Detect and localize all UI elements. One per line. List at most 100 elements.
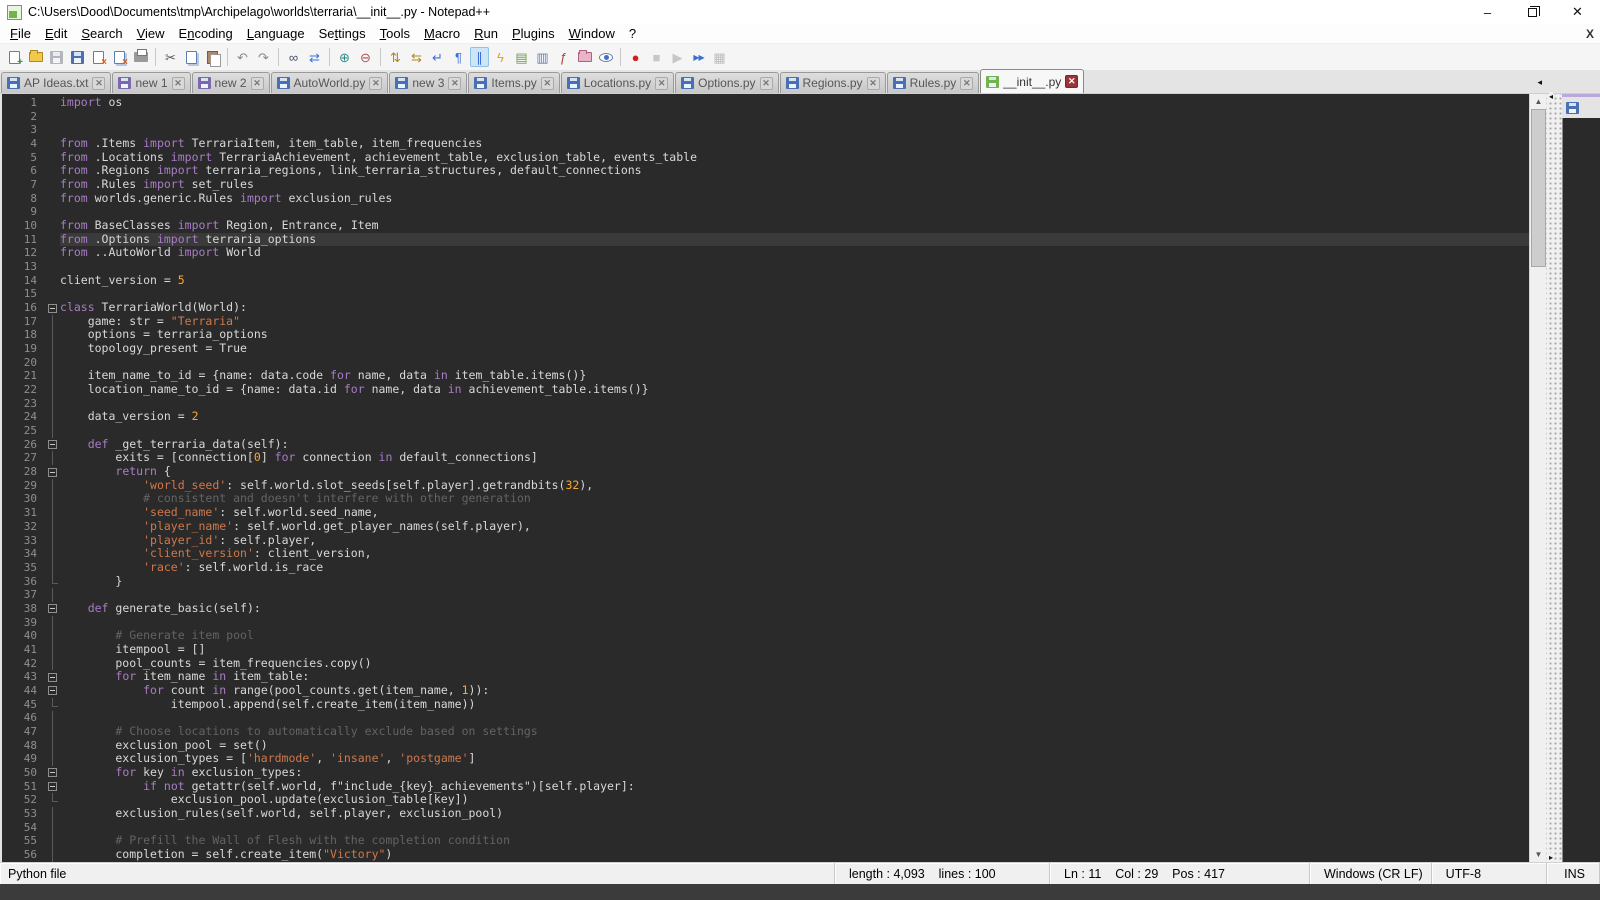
tab-close-icon[interactable]: ✕ bbox=[1065, 75, 1078, 88]
code-line[interactable]: 11from .Options import terraria_options bbox=[2, 233, 1529, 247]
code-line[interactable]: 22 location_name_to_id = {name: data.id … bbox=[2, 383, 1529, 397]
tab-close-icon[interactable]: ✕ bbox=[541, 77, 554, 90]
tab-regions-py[interactable]: Regions.py✕ bbox=[780, 72, 886, 93]
splitter-collapse-right-icon[interactable]: ▸ bbox=[1549, 853, 1553, 862]
scrollbar-down-icon[interactable]: ▼ bbox=[1530, 847, 1547, 862]
code-line[interactable]: 42 pool_counts = item_frequencies.copy() bbox=[2, 657, 1529, 671]
menu-item-macro[interactable]: Macro bbox=[417, 24, 467, 43]
save-all-button[interactable] bbox=[68, 47, 87, 67]
code-line[interactable]: 17 game: str = "Terraria" bbox=[2, 315, 1529, 329]
code-line[interactable]: 33 'player_id': self.player, bbox=[2, 534, 1529, 548]
menu-item-plugins[interactable]: Plugins bbox=[505, 24, 562, 43]
document-list-button[interactable]: ▥ bbox=[533, 47, 552, 67]
code-line[interactable]: 10from BaseClasses import Region, Entran… bbox=[2, 219, 1529, 233]
code-line[interactable]: 35 'race': self.world.is_race bbox=[2, 561, 1529, 575]
code-line[interactable]: 47 # Choose locations to automatically e… bbox=[2, 725, 1529, 739]
secondary-view-tab[interactable] bbox=[1562, 94, 1600, 118]
code-line[interactable]: 4from .Items import TerrariaItem, item_t… bbox=[2, 137, 1529, 151]
code-line[interactable]: 1import os bbox=[2, 96, 1529, 110]
paste-button[interactable] bbox=[203, 47, 222, 67]
tab-close-icon[interactable]: ✕ bbox=[960, 77, 973, 90]
folder-as-workspace-button[interactable] bbox=[575, 47, 594, 67]
code-line[interactable]: 14client_version = 5 bbox=[2, 274, 1529, 288]
zoom-in-button[interactable]: ⊕ bbox=[335, 47, 354, 67]
code-line[interactable]: 45 itempool.append(self.create_item(item… bbox=[2, 698, 1529, 712]
code-line[interactable]: 16class TerrariaWorld(World): bbox=[2, 301, 1529, 315]
menu-item-tools[interactable]: Tools bbox=[373, 24, 417, 43]
code-line[interactable]: 24 data_version = 2 bbox=[2, 410, 1529, 424]
show-all-characters-button[interactable]: ¶ bbox=[449, 47, 468, 67]
code-line[interactable]: 9 bbox=[2, 205, 1529, 219]
open-file-button[interactable] bbox=[26, 47, 45, 67]
code-line[interactable]: 30 # consistent and doesn't interfere wi… bbox=[2, 492, 1529, 506]
function-completion-button[interactable]: ϟ bbox=[491, 47, 510, 67]
code-line[interactable]: 50 for key in exclusion_types: bbox=[2, 766, 1529, 780]
menu-item-[interactable]: ? bbox=[622, 24, 643, 43]
code-line[interactable]: 18 options = terraria_options bbox=[2, 328, 1529, 342]
tab-new-3[interactable]: new 3✕ bbox=[389, 72, 467, 93]
fold-collapse-icon[interactable] bbox=[46, 670, 60, 684]
menu-item-search[interactable]: Search bbox=[74, 24, 129, 43]
menu-item-edit[interactable]: Edit bbox=[38, 24, 74, 43]
tab-close-icon[interactable]: ✕ bbox=[172, 77, 185, 90]
menu-item-view[interactable]: View bbox=[130, 24, 172, 43]
code-line[interactable]: 49 exclusion_types = ['hardmode', 'insan… bbox=[2, 752, 1529, 766]
menu-item-encoding[interactable]: Encoding bbox=[172, 24, 240, 43]
tab-rules-py[interactable]: Rules.py✕ bbox=[887, 72, 980, 93]
code-line[interactable]: 43 for item_name in item_table: bbox=[2, 670, 1529, 684]
code-line[interactable]: 26 def _get_terraria_data(self): bbox=[2, 438, 1529, 452]
code-line[interactable]: 52 exclusion_pool.update(exclusion_table… bbox=[2, 793, 1529, 807]
new-file-button[interactable] bbox=[5, 47, 24, 67]
minimize-button[interactable]: – bbox=[1465, 0, 1510, 24]
menu-item-run[interactable]: Run bbox=[467, 24, 505, 43]
close-button[interactable] bbox=[89, 47, 108, 67]
code-line[interactable]: 7from .Rules import set_rules bbox=[2, 178, 1529, 192]
document-map-button[interactable]: ▤ bbox=[512, 47, 531, 67]
tab-close-icon[interactable]: ✕ bbox=[369, 77, 382, 90]
code-line[interactable]: 25 bbox=[2, 424, 1529, 438]
menu-item-file[interactable]: File bbox=[3, 24, 38, 43]
code-line[interactable]: 27 exits = [connection[0] for connection… bbox=[2, 451, 1529, 465]
replace-button[interactable]: ⇄ bbox=[305, 47, 324, 67]
code-line[interactable]: 40 # Generate item pool bbox=[2, 629, 1529, 643]
macro-record-button[interactable]: ● bbox=[626, 47, 645, 67]
tab-ap-ideas-txt[interactable]: AP Ideas.txt✕ bbox=[1, 72, 111, 93]
code-line[interactable]: 8from worlds.generic.Rules import exclus… bbox=[2, 192, 1529, 206]
fold-collapse-icon[interactable] bbox=[46, 602, 60, 616]
code-line[interactable]: 48 exclusion_pool = set() bbox=[2, 739, 1529, 753]
code-line[interactable]: 6from .Regions import terraria_regions, … bbox=[2, 164, 1529, 178]
word-wrap-button[interactable]: ↵ bbox=[428, 47, 447, 67]
tab-new-1[interactable]: new 1✕ bbox=[112, 72, 190, 93]
code-line[interactable]: 56 completion = self.create_item("Victor… bbox=[2, 848, 1529, 862]
code-line[interactable]: 21 item_name_to_id = {name: data.code fo… bbox=[2, 369, 1529, 383]
code-line[interactable]: 37 bbox=[2, 588, 1529, 602]
sync-horizontal-scroll-button[interactable]: ⇆ bbox=[407, 47, 426, 67]
tab-close-icon[interactable]: ✕ bbox=[448, 77, 461, 90]
splitter-collapse-left-icon[interactable]: ◂ bbox=[1549, 92, 1553, 101]
code-line[interactable]: 54 bbox=[2, 821, 1529, 835]
code-line[interactable]: 3 bbox=[2, 123, 1529, 137]
code-line[interactable]: 32 'player_name': self.world.get_player_… bbox=[2, 520, 1529, 534]
undo-button[interactable]: ↶ bbox=[233, 47, 252, 67]
tab-items-py[interactable]: Items.py✕ bbox=[468, 72, 559, 93]
indent-guide-button[interactable]: ∥ bbox=[470, 47, 489, 67]
scrollbar-up-icon[interactable]: ▲ bbox=[1530, 94, 1547, 109]
close-all-button[interactable] bbox=[110, 47, 129, 67]
menu-item-window[interactable]: Window bbox=[562, 24, 622, 43]
fold-collapse-icon[interactable] bbox=[46, 780, 60, 794]
fold-collapse-icon[interactable] bbox=[46, 766, 60, 780]
menubar-close-document-button[interactable]: X bbox=[1586, 27, 1594, 41]
code-view[interactable]: 1import os234from .Items import Terraria… bbox=[2, 94, 1529, 862]
vertical-scrollbar[interactable]: ▲ ▼ bbox=[1529, 94, 1546, 862]
code-line[interactable]: 23 bbox=[2, 397, 1529, 411]
fold-collapse-icon[interactable] bbox=[46, 438, 60, 452]
fold-collapse-icon[interactable] bbox=[46, 684, 60, 698]
copy-button[interactable] bbox=[182, 47, 201, 67]
redo-button[interactable]: ↷ bbox=[254, 47, 273, 67]
tab-new-2[interactable]: new 2✕ bbox=[192, 72, 270, 93]
code-line[interactable]: 2 bbox=[2, 110, 1529, 124]
fold-collapse-icon[interactable] bbox=[46, 301, 60, 315]
sync-vertical-scroll-button[interactable]: ⇅ bbox=[386, 47, 405, 67]
tab--init-py[interactable]: __init__.py✕ bbox=[980, 69, 1084, 93]
tab-locations-py[interactable]: Locations.py✕ bbox=[561, 72, 674, 93]
